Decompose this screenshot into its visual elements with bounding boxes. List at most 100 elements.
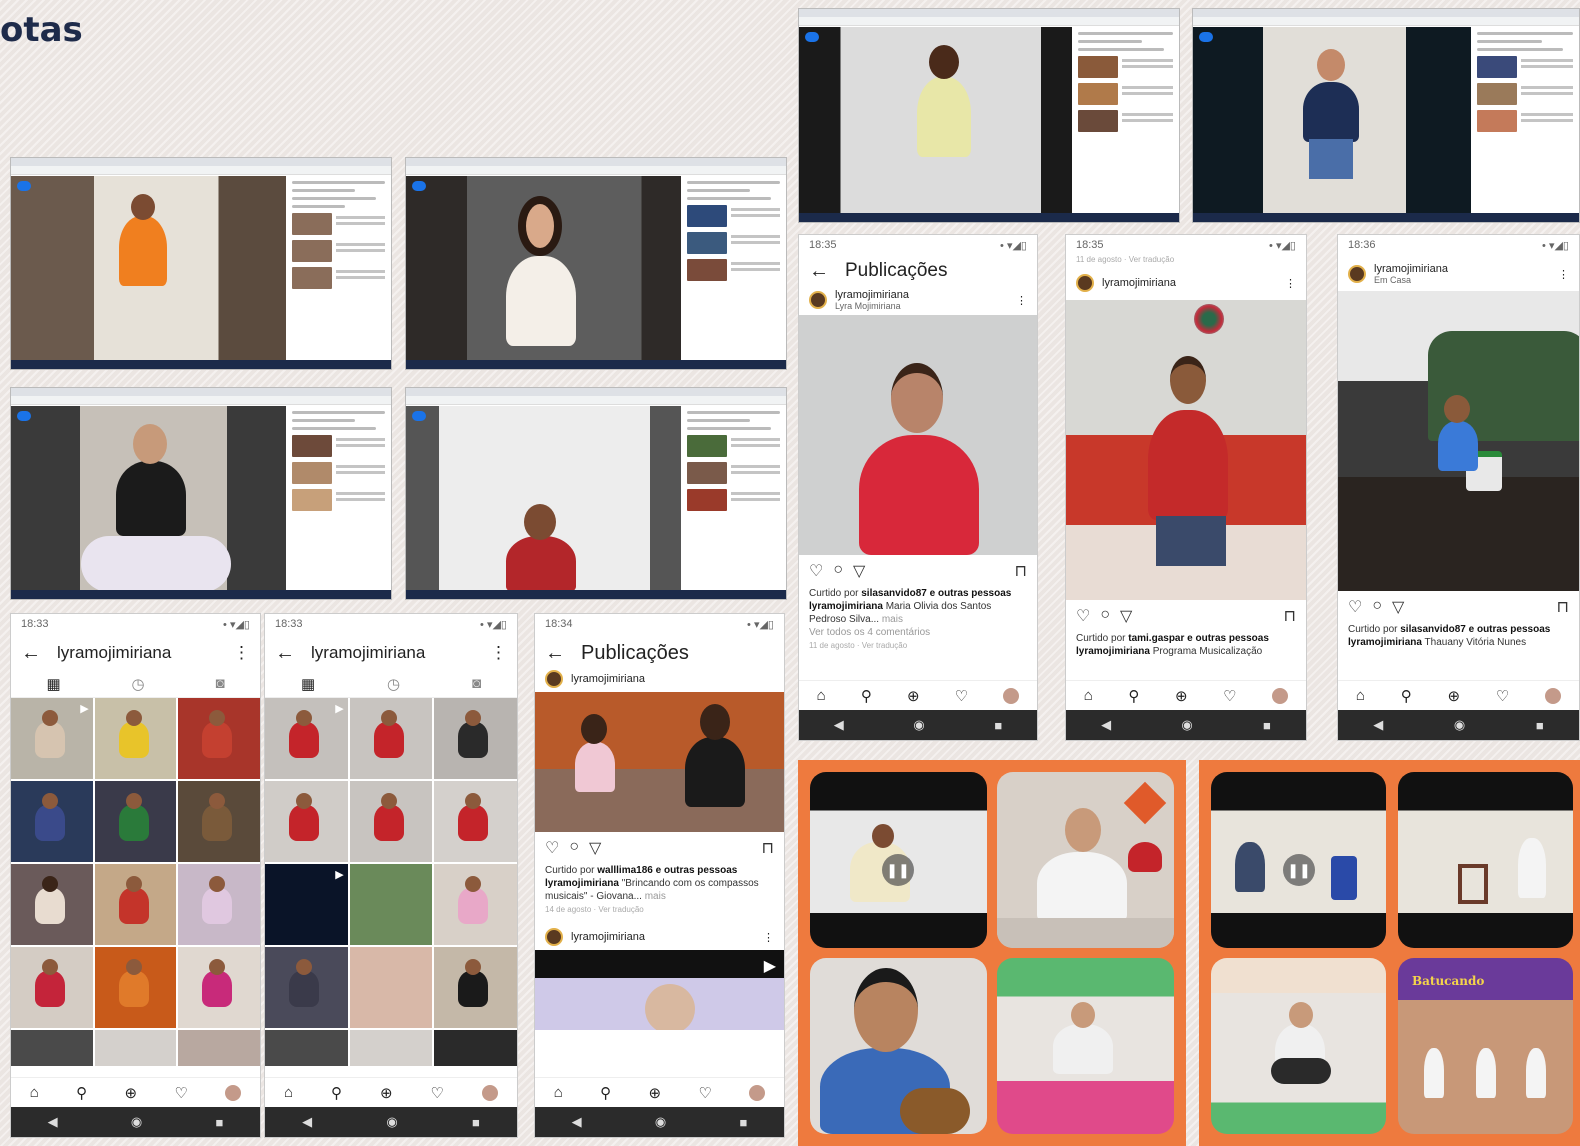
post-thumbnail[interactable] xyxy=(265,947,348,1028)
add-post-icon[interactable]: ⊕ xyxy=(380,1084,393,1102)
post-media[interactable] xyxy=(1338,291,1579,591)
account-name[interactable]: lyramojimiriana xyxy=(571,673,645,685)
activity-heart-icon[interactable]: ♡ xyxy=(431,1084,444,1102)
video-tile[interactable] xyxy=(997,772,1174,948)
post-thumbnail[interactable] xyxy=(265,781,348,862)
video-tile[interactable]: ❚❚ xyxy=(1211,772,1386,948)
add-post-icon[interactable]: ⊕ xyxy=(125,1084,138,1102)
profile-avatar-icon[interactable] xyxy=(749,1084,766,1101)
video-player[interactable] xyxy=(1193,27,1473,213)
post-thumbnail[interactable]: ▶ xyxy=(265,698,348,779)
home-icon[interactable]: ⌂ xyxy=(1084,687,1093,704)
post-media[interactable] xyxy=(535,692,784,832)
comment-icon[interactable]: ○ xyxy=(833,561,843,581)
post-media[interactable] xyxy=(1066,300,1306,600)
post-thumbnail[interactable] xyxy=(94,698,177,779)
video-tile[interactable] xyxy=(810,958,987,1134)
save-bookmark-icon[interactable]: ⊓ xyxy=(1015,561,1027,581)
system-recent-icon[interactable]: ■ xyxy=(994,718,1002,733)
search-icon[interactable]: ⚲ xyxy=(1401,687,1412,705)
comment-icon[interactable]: ○ xyxy=(1372,597,1382,617)
video-tile[interactable] xyxy=(1211,958,1386,1134)
home-icon[interactable]: ⌂ xyxy=(554,1084,563,1101)
post-media[interactable]: ▶ xyxy=(535,950,784,1030)
post-thumbnail[interactable] xyxy=(349,698,433,779)
search-icon[interactable]: ⚲ xyxy=(861,687,872,705)
post-thumbnail[interactable] xyxy=(434,864,517,945)
system-back-icon[interactable]: ◀ xyxy=(572,1114,582,1130)
video-player[interactable] xyxy=(11,176,288,362)
post-thumbnail[interactable] xyxy=(11,1030,93,1066)
back-arrow-icon[interactable]: ← xyxy=(545,642,565,665)
more-options-icon[interactable]: ⋮ xyxy=(490,643,507,663)
more-options-icon[interactable]: ⋮ xyxy=(1558,268,1569,281)
home-icon[interactable]: ⌂ xyxy=(1356,687,1365,704)
account-avatar[interactable] xyxy=(1348,265,1366,283)
post-thumbnail[interactable] xyxy=(265,1030,348,1066)
system-recent-icon[interactable]: ■ xyxy=(1263,718,1271,733)
system-back-icon[interactable]: ◀ xyxy=(1101,717,1111,733)
post-thumbnail[interactable] xyxy=(178,1030,260,1066)
video-tile[interactable] xyxy=(1398,772,1573,948)
more-options-icon[interactable]: ⋮ xyxy=(763,931,774,944)
post-thumbnail[interactable] xyxy=(178,781,260,862)
video-player[interactable] xyxy=(406,406,683,592)
activity-heart-icon[interactable]: ♡ xyxy=(955,687,968,705)
system-back-icon[interactable]: ◀ xyxy=(48,1114,58,1130)
view-comments-link[interactable]: Ver todos os 4 comentários xyxy=(799,626,1037,639)
home-icon[interactable]: ⌂ xyxy=(817,687,826,704)
like-heart-icon[interactable]: ♡ xyxy=(809,561,823,581)
back-arrow-icon[interactable]: ← xyxy=(275,642,295,665)
share-icon[interactable]: ▽ xyxy=(1120,606,1132,626)
post-thumbnail[interactable] xyxy=(11,781,93,862)
system-home-icon[interactable]: ◉ xyxy=(1454,717,1465,733)
post-thumbnail[interactable] xyxy=(94,864,177,945)
account-name[interactable]: lyramojimiriana xyxy=(1102,277,1277,289)
post-thumbnail[interactable] xyxy=(94,947,177,1028)
account-name[interactable]: lyramojimiriana xyxy=(1374,263,1550,275)
account-name[interactable]: lyramojimiriana xyxy=(571,931,755,943)
system-recent-icon[interactable]: ■ xyxy=(216,1115,224,1130)
tagged-tab-icon[interactable]: ◙ xyxy=(472,675,481,692)
search-icon[interactable]: ⚲ xyxy=(331,1084,342,1102)
profile-avatar-icon[interactable] xyxy=(225,1084,242,1101)
account-avatar[interactable] xyxy=(1076,274,1094,292)
profile-avatar-icon[interactable] xyxy=(481,1084,498,1101)
activity-heart-icon[interactable]: ♡ xyxy=(698,1084,711,1102)
share-icon[interactable]: ▽ xyxy=(1392,597,1404,617)
post-thumbnail[interactable] xyxy=(11,864,93,945)
system-home-icon[interactable]: ◉ xyxy=(131,1114,142,1130)
add-post-icon[interactable]: ⊕ xyxy=(1448,687,1461,705)
reels-tab-icon[interactable]: ◷ xyxy=(387,675,400,693)
pause-icon[interactable]: ❚❚ xyxy=(882,854,914,886)
account-avatar[interactable] xyxy=(809,291,827,309)
comment-icon[interactable]: ○ xyxy=(569,838,579,858)
add-post-icon[interactable]: ⊕ xyxy=(1175,687,1188,705)
activity-heart-icon[interactable]: ♡ xyxy=(174,1084,187,1102)
post-thumbnail[interactable]: ▶ xyxy=(11,698,93,779)
reels-tab-icon[interactable]: ◷ xyxy=(132,675,145,693)
profile-avatar-icon[interactable] xyxy=(1272,687,1289,704)
post-thumbnail[interactable] xyxy=(11,947,93,1028)
activity-heart-icon[interactable]: ♡ xyxy=(1496,687,1509,705)
video-player[interactable] xyxy=(11,406,288,592)
post-thumbnail[interactable] xyxy=(434,698,517,779)
system-home-icon[interactable]: ◉ xyxy=(913,717,924,733)
video-tile[interactable]: ❚❚ xyxy=(810,772,987,948)
back-arrow-icon[interactable]: ← xyxy=(21,642,41,665)
home-icon[interactable]: ⌂ xyxy=(284,1084,293,1101)
video-tile[interactable] xyxy=(997,958,1174,1134)
profile-avatar-icon[interactable] xyxy=(1003,687,1020,704)
system-recent-icon[interactable]: ■ xyxy=(472,1115,480,1130)
post-thumbnail[interactable]: ▶ xyxy=(265,864,348,945)
save-bookmark-icon[interactable]: ⊓ xyxy=(1284,606,1296,626)
save-bookmark-icon[interactable]: ⊓ xyxy=(762,838,774,858)
profile-avatar-icon[interactable] xyxy=(1545,687,1562,704)
more-options-icon[interactable]: ⋮ xyxy=(233,643,250,663)
post-thumbnail[interactable] xyxy=(349,864,433,945)
system-home-icon[interactable]: ◉ xyxy=(655,1114,666,1130)
post-thumbnail[interactable] xyxy=(94,1030,177,1066)
pause-icon[interactable]: ❚❚ xyxy=(1283,854,1315,886)
post-thumbnail[interactable] xyxy=(178,947,260,1028)
tagged-tab-icon[interactable]: ◙ xyxy=(215,675,224,692)
